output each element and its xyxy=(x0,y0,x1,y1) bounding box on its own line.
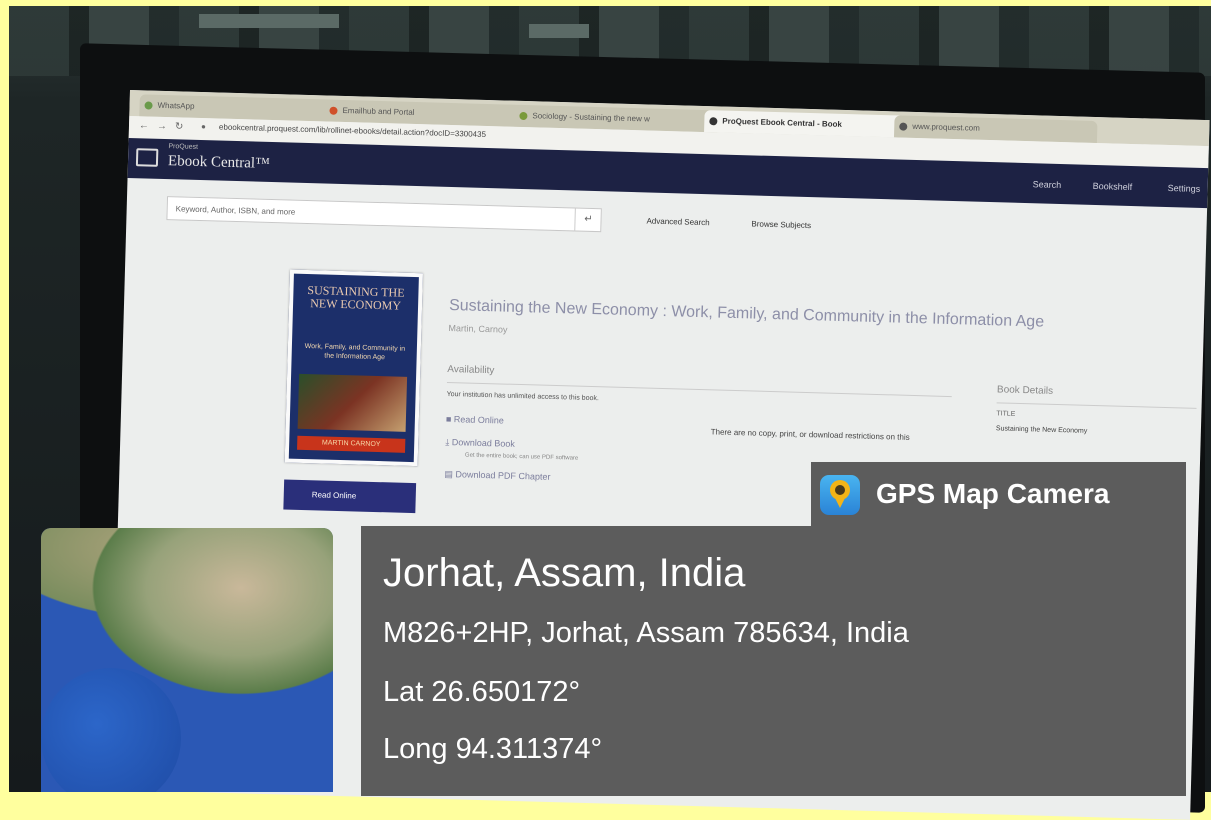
tab-favicon-icon xyxy=(144,101,153,110)
browse-subjects-link[interactable]: Browse Subjects xyxy=(751,219,811,230)
map-thumbnail xyxy=(41,528,333,792)
read-online-button[interactable]: Read Online xyxy=(283,479,417,514)
ceiling-beam xyxy=(199,14,339,28)
book-logo-icon xyxy=(135,148,159,167)
search-input[interactable]: Keyword, Author, ISBN, and more xyxy=(166,196,602,233)
tab-favicon-icon xyxy=(709,117,718,126)
divider xyxy=(996,402,1197,409)
ceiling-beam xyxy=(529,24,589,38)
gps-app-name: GPS Map Camera xyxy=(876,478,1110,509)
gps-map-camera-icon xyxy=(820,475,860,515)
no-restrictions-note: There are no copy, print, or download re… xyxy=(710,427,910,442)
download-pdf-chapter-action[interactable]: ▤ Download PDF Chapter xyxy=(444,469,550,483)
availability-note: Your institution has unlimited access to… xyxy=(446,390,599,403)
location-latitude: Lat 26.650172° xyxy=(383,676,581,708)
cover-author: MARTIN CARNOY xyxy=(297,435,406,453)
location-pin-icon xyxy=(830,480,850,500)
cover-subtitle: Work, Family, and Community in the Infor… xyxy=(304,342,406,362)
lock-icon: ● xyxy=(200,121,206,132)
search-submit-button[interactable]: ↵ xyxy=(574,207,602,233)
forward-icon[interactable]: → xyxy=(157,121,167,132)
brand-name[interactable]: Ebook Central™ xyxy=(168,153,270,173)
advanced-search-link[interactable]: Advanced Search xyxy=(646,216,709,227)
book-title: Sustaining the New Economy : Work, Famil… xyxy=(448,296,1045,331)
url-text: ebookcentral.proquest.com/lib/rollinet-e… xyxy=(218,122,487,139)
tab-favicon-icon xyxy=(329,106,338,115)
cover-title: SUSTAINING THE NEW ECONOMY xyxy=(307,283,405,313)
nav-bookshelf[interactable]: Bookshelf xyxy=(1093,181,1133,192)
location-address: M826+2HP, Jorhat, Assam 785634, India xyxy=(383,617,909,649)
book-author[interactable]: Martin, Carnoy xyxy=(448,323,507,335)
tab-favicon-icon xyxy=(519,111,528,121)
back-icon[interactable]: ← xyxy=(139,120,149,131)
detail-value: Sustaining the New Economy xyxy=(995,425,1088,435)
availability-heading: Availability xyxy=(447,363,495,377)
location-city: Jorhat, Assam, India xyxy=(383,551,746,595)
download-book-note: Get the entire book; can use PDF softwar… xyxy=(464,452,579,462)
brand-small: ProQuest xyxy=(168,143,199,151)
nav-search[interactable]: Search xyxy=(1033,179,1062,190)
detail-label: TITLE xyxy=(996,410,1016,418)
read-online-action[interactable]: ■ Read Online xyxy=(446,414,504,426)
book-cover[interactable]: SUSTAINING THE NEW ECONOMY Work, Family,… xyxy=(284,269,423,467)
cover-image xyxy=(297,373,408,432)
tab-favicon-icon xyxy=(899,122,908,131)
nav-settings[interactable]: Settings xyxy=(1168,183,1201,194)
location-longitude: Long 94.311374° xyxy=(383,733,603,765)
download-book-action[interactable]: ⤓ Download Book xyxy=(445,437,515,450)
reload-icon[interactable]: ↻ xyxy=(175,121,184,132)
book-details-heading: Book Details xyxy=(996,384,1054,397)
